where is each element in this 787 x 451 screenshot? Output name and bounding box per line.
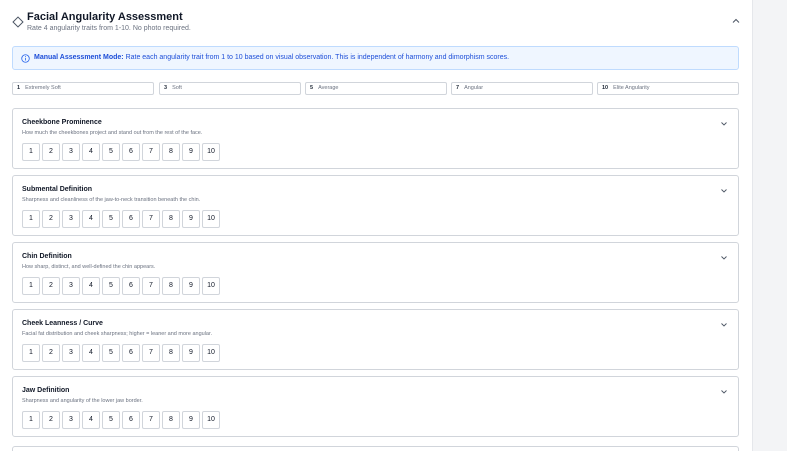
rating-button[interactable]: 6 xyxy=(122,344,140,362)
scale-chip-label: Average xyxy=(318,85,339,91)
trait-card: Jaw Definition Sharpness and angularity o… xyxy=(12,376,739,437)
rating-button[interactable]: 7 xyxy=(142,210,160,228)
trait-name: Cheek Leanness / Curve xyxy=(22,320,103,327)
scale-chip-label: Elite Angularity xyxy=(613,85,650,91)
rating-button[interactable]: 4 xyxy=(82,277,100,295)
rating-button[interactable]: 1 xyxy=(22,344,40,362)
rating-button[interactable]: 1 xyxy=(22,143,40,161)
section-subtitle: Rate 4 angularity traits from 1-10. No p… xyxy=(27,25,191,32)
rating-button[interactable]: 4 xyxy=(82,210,100,228)
scale-chip: 3 Soft xyxy=(159,82,301,95)
rating-button[interactable]: 2 xyxy=(42,143,60,161)
info-banner: Manual Assessment Mode: Rate each angula… xyxy=(12,46,739,70)
rating-button[interactable]: 10 xyxy=(202,277,220,295)
rating-button[interactable]: 2 xyxy=(42,210,60,228)
trait-description: How much the cheekbones project and stan… xyxy=(22,130,203,136)
rating-button[interactable]: 5 xyxy=(102,143,120,161)
rating-button[interactable]: 6 xyxy=(122,411,140,429)
rating-button[interactable]: 5 xyxy=(102,344,120,362)
scale-legend: 1 Extremely Soft 3 Soft 5 Average 7 Angular 10 El… xyxy=(12,82,739,95)
rating-button[interactable]: 5 xyxy=(102,411,120,429)
rating-button[interactable]: 7 xyxy=(142,411,160,429)
section-header[interactable]: Facial Angularity Assessment Rate 4 angu… xyxy=(12,8,742,40)
trait-card: Submental Definition Sharpness and cleanl… xyxy=(12,175,739,236)
rating-button[interactable]: 9 xyxy=(182,210,200,228)
trait-description: Sharpness and cleanliness of the jaw-to-… xyxy=(22,197,201,203)
rating-button[interactable]: 3 xyxy=(62,277,80,295)
rating-button[interactable]: 3 xyxy=(62,344,80,362)
scale-chip: 10 Elite Angularity xyxy=(597,82,739,95)
chevron-down-icon[interactable] xyxy=(719,120,729,128)
chevron-down-icon[interactable] xyxy=(719,321,729,329)
rating-button[interactable]: 3 xyxy=(62,411,80,429)
rating-button[interactable]: 8 xyxy=(162,143,180,161)
rating-button[interactable]: 7 xyxy=(142,344,160,362)
scale-chip-label: Soft xyxy=(172,85,182,91)
trait-description: Sharpness and angularity of the lower ja… xyxy=(22,398,143,404)
rating-button[interactable]: 7 xyxy=(142,143,160,161)
scale-chip: 5 Average xyxy=(305,82,447,95)
chevron-down-icon[interactable] xyxy=(719,187,729,195)
rating-button[interactable]: 10 xyxy=(202,411,220,429)
rating-button[interactable]: 3 xyxy=(62,210,80,228)
scale-chip-value: 7 xyxy=(456,85,460,91)
trait-name: Chin Definition xyxy=(22,253,72,260)
scale-chip-label: Extremely Soft xyxy=(25,85,61,91)
section-title: Facial Angularity Assessment xyxy=(27,11,183,23)
rating-button[interactable]: 4 xyxy=(82,344,100,362)
trait-name: Cheekbone Prominence xyxy=(22,119,102,126)
rating-button[interactable]: 6 xyxy=(122,210,140,228)
info-text: Manual Assessment Mode: Rate each angula… xyxy=(34,54,509,61)
rating-button[interactable]: 10 xyxy=(202,143,220,161)
rating-button[interactable]: 6 xyxy=(122,277,140,295)
trait-description: How sharp, distinct, and well-defined th… xyxy=(22,264,156,270)
info-label: Manual Assessment Mode: xyxy=(34,54,124,61)
rating-button[interactable]: 9 xyxy=(182,411,200,429)
rating-button[interactable]: 2 xyxy=(42,411,60,429)
rating-button[interactable]: 9 xyxy=(182,277,200,295)
angularity-panel: Facial Angularity Assessment Rate 4 angu… xyxy=(0,0,752,451)
trait-name: Submental Definition xyxy=(22,186,92,193)
rating-button[interactable]: 7 xyxy=(142,277,160,295)
rating-button[interactable]: 5 xyxy=(102,210,120,228)
rating-button[interactable]: 4 xyxy=(82,411,100,429)
scale-chip-value: 3 xyxy=(164,85,168,91)
info-body: Rate each angularity trait from 1 to 10 … xyxy=(125,54,510,61)
scale-chip: 1 Extremely Soft xyxy=(12,82,154,95)
rating-button[interactable]: 8 xyxy=(162,210,180,228)
rating-button[interactable]: 4 xyxy=(82,143,100,161)
rating-button[interactable]: 8 xyxy=(162,411,180,429)
diamond-icon xyxy=(12,16,24,28)
rating-button[interactable]: 10 xyxy=(202,210,220,228)
rating-button[interactable]: 1 xyxy=(22,411,40,429)
scale-chip-value: 5 xyxy=(310,85,314,91)
trait-card: Cheekbone Prominence How much the cheekbo… xyxy=(12,108,739,169)
scale-chip-value: 10 xyxy=(602,85,609,91)
chevron-down-icon[interactable] xyxy=(719,254,729,262)
right-side-rail xyxy=(752,0,787,451)
rating-button[interactable]: 9 xyxy=(182,143,200,161)
rating-button[interactable]: 10 xyxy=(202,344,220,362)
rating-button[interactable]: 2 xyxy=(42,344,60,362)
trait-name: Jaw Definition xyxy=(22,387,70,394)
rating-button[interactable]: 1 xyxy=(22,277,40,295)
rating-button[interactable]: 5 xyxy=(102,277,120,295)
trait-card: Cheek Leanness / Curve Facial fat distrib… xyxy=(12,309,739,370)
rating-button[interactable]: 8 xyxy=(162,344,180,362)
chevron-down-icon[interactable] xyxy=(719,388,729,396)
rating-button[interactable]: 2 xyxy=(42,277,60,295)
scale-chip: 7 Angular xyxy=(451,82,593,95)
trait-description: Facial fat distribution and cheek sharpn… xyxy=(22,331,213,337)
rating-button[interactable]: 9 xyxy=(182,344,200,362)
scale-chip-value: 1 xyxy=(17,85,21,91)
chevron-up-icon[interactable] xyxy=(730,15,742,27)
rating-button[interactable]: 1 xyxy=(22,210,40,228)
scale-chip-label: Angular xyxy=(464,85,484,91)
rating-button[interactable]: 8 xyxy=(162,277,180,295)
rating-button[interactable]: 3 xyxy=(62,143,80,161)
rating-button[interactable]: 6 xyxy=(122,143,140,161)
trait-card: Chin Definition How sharp, distinct, and … xyxy=(12,242,739,303)
info-icon xyxy=(21,54,30,63)
next-trait-card-edge xyxy=(12,446,739,451)
